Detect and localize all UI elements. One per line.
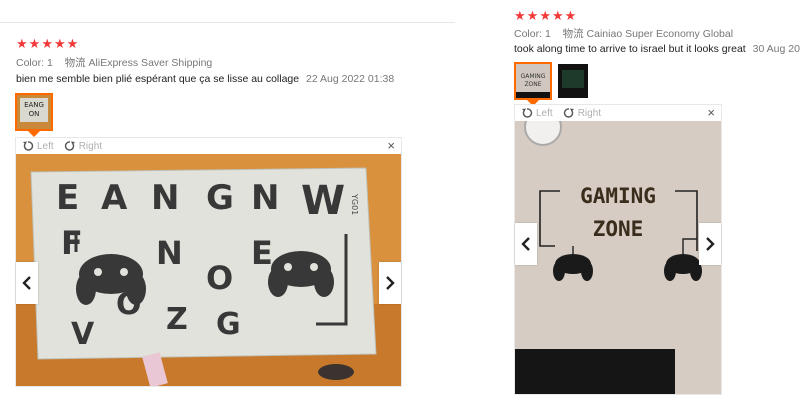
review-photo-thumbnail[interactable]: EANG ON <box>15 93 53 131</box>
rotate-left-label: Left <box>536 107 553 119</box>
chevron-left-icon <box>521 237 530 251</box>
thumbnail-image: GAMING ZONE <box>516 64 550 98</box>
review-photo-thumbnail[interactable]: GAMING ZONE <box>514 62 552 100</box>
chevron-right-icon <box>386 276 395 290</box>
star-icon: ★ <box>526 8 539 23</box>
review-photo-thumbnail[interactable] <box>556 62 590 100</box>
rotate-left-button[interactable]: Left <box>521 107 553 119</box>
wall-text-line1: GAMING <box>580 184 656 208</box>
svg-text:ZONE: ZONE <box>524 81 541 88</box>
svg-text:EANG: EANG <box>24 101 44 109</box>
section-divider <box>0 22 455 23</box>
prev-photo-button[interactable] <box>16 262 38 304</box>
viewer-toolbar: Left Right × <box>515 105 721 121</box>
chevron-left-icon <box>22 276 31 290</box>
star-icon: ★ <box>16 36 28 51</box>
star-icon: ★ <box>539 8 551 23</box>
rotate-left-icon <box>522 108 533 118</box>
rotate-left-icon <box>23 141 34 151</box>
review-text: bien me semble bien plié espérant que ça… <box>16 73 394 85</box>
review-photo: E A N G N W F N O E O Z G V YG01 <box>16 154 401 386</box>
close-icon[interactable]: × <box>387 138 395 154</box>
star-icon: ★ <box>66 36 79 51</box>
shipping-label: 物流 <box>562 28 584 40</box>
thumbnail-image <box>558 64 588 98</box>
next-photo-button[interactable] <box>699 223 721 265</box>
wall-text-line2: ZONE <box>593 217 644 241</box>
review-meta: Color: 1 物流 Cainiao Super Economy Global <box>514 26 733 41</box>
rating-stars: ★ ★ ★ ★ ★ <box>16 37 78 50</box>
color-value: 1 <box>46 57 53 69</box>
star-icon: ★ <box>41 36 53 51</box>
review-meta: Color: 1 物流 AliExpress Saver Shipping <box>16 55 212 70</box>
color-label: Color: <box>514 28 543 40</box>
color-label: Color: <box>16 57 45 69</box>
review-text: took along time to arrive to israel but … <box>514 43 800 55</box>
prev-photo-button[interactable] <box>515 223 537 265</box>
svg-text:GAMING: GAMING <box>521 73 546 80</box>
rotate-left-label: Left <box>37 140 54 152</box>
review-date: 30 Aug 2022 <box>752 43 800 55</box>
star-icon: ★ <box>551 8 564 23</box>
color-value: 1 <box>544 28 551 40</box>
review-photo: GAMING ZONE <box>515 121 721 394</box>
rotate-right-button[interactable]: Right <box>64 140 102 152</box>
close-icon[interactable]: × <box>707 105 715 121</box>
review-body: bien me semble bien plié espérant que ça… <box>16 73 300 85</box>
viewer-toolbar: Left Right × <box>16 138 401 154</box>
next-photo-button[interactable] <box>379 262 401 304</box>
shipping-value: Cainiao Super Economy Global <box>586 28 734 40</box>
shipping-label: 物流 <box>64 57 86 69</box>
star-icon: ★ <box>514 8 526 23</box>
rotate-right-button[interactable]: Right <box>563 107 601 119</box>
rotate-right-icon <box>563 108 574 118</box>
rating-stars: ★ ★ ★ ★ ★ <box>514 9 576 22</box>
review-body: took along time to arrive to israel but … <box>514 43 746 55</box>
photo-viewer: Left Right × E A N G N W F N O E O Z G V… <box>15 137 402 387</box>
rotate-left-button[interactable]: Left <box>22 140 54 152</box>
thumbnail-image: EANG ON <box>17 95 51 129</box>
review-date: 22 Aug 2022 01:38 <box>306 73 395 85</box>
chevron-right-icon <box>706 237 715 251</box>
rotate-right-icon <box>64 141 75 151</box>
shipping-value: AliExpress Saver Shipping <box>88 57 213 69</box>
photo-viewer: Left Right × GAMING ZONE <box>514 104 722 395</box>
rotate-right-label: Right <box>78 140 103 152</box>
star-icon: ★ <box>28 36 41 51</box>
rotate-right-label: Right <box>577 107 602 119</box>
star-icon: ★ <box>564 8 577 23</box>
svg-text:ON: ON <box>29 110 40 118</box>
star-icon: ★ <box>53 36 66 51</box>
